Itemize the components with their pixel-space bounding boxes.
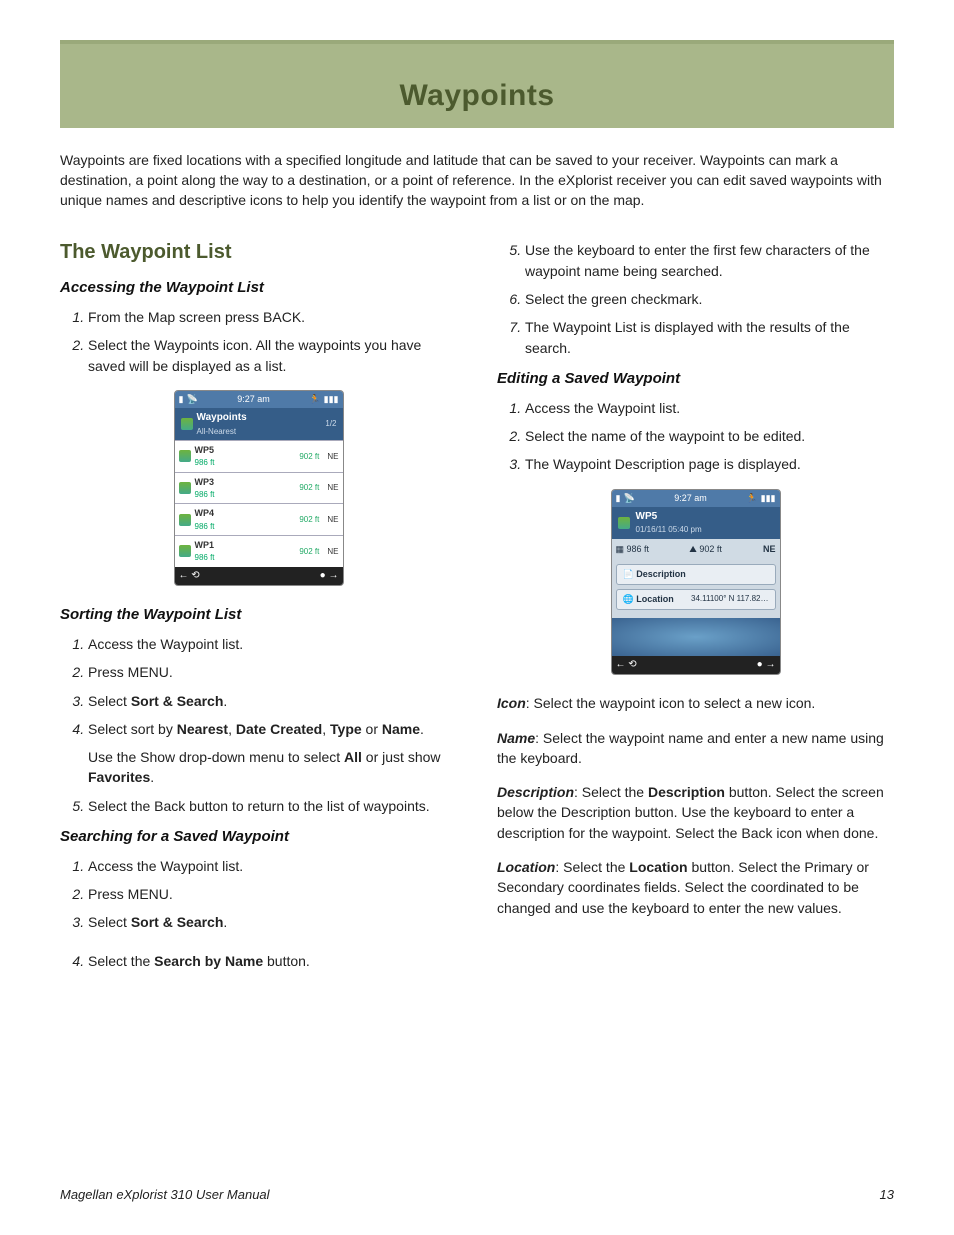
flag-icon	[181, 418, 193, 430]
footer-page-number: 13	[880, 1186, 894, 1205]
flag-icon	[179, 482, 191, 494]
table-row: WP5986 ft902 ftNE	[175, 440, 343, 472]
list-item: Select sort by Nearest, Date Created, Ty…	[88, 719, 457, 788]
accessing-heading: Accessing the Waypoint List	[60, 277, 457, 299]
flag-icon	[618, 517, 630, 529]
flag-icon	[179, 514, 191, 526]
editing-heading: Editing a Saved Waypoint	[497, 368, 894, 390]
page-footer: Magellan eXplorist 310 User Manual 13	[60, 1186, 894, 1205]
back-arrow-icon: ← ⟲	[179, 569, 200, 584]
sorting-heading: Sorting the Waypoint List	[60, 604, 457, 626]
searching-steps-right: Use the keyboard to enter the first few …	[525, 240, 894, 357]
editing-steps: Access the Waypoint list. Select the nam…	[525, 398, 894, 475]
list-item: Select Sort & Search.	[88, 912, 457, 932]
list-item: Press MENU.	[88, 884, 457, 904]
sorting-steps: Access the Waypoint list. Press MENU. Se…	[88, 634, 457, 816]
left-column: The Waypoint List Accessing the Waypoint…	[60, 232, 457, 981]
list-item: Press MENU.	[88, 662, 457, 682]
searching-steps-left: Access the Waypoint list. Press MENU. Se…	[88, 856, 457, 971]
list-item: Use the keyboard to enter the first few …	[525, 240, 894, 281]
list-item: Select the green checkmark.	[525, 289, 894, 309]
table-row: WP3986 ft902 ftNE	[175, 472, 343, 504]
globe-icon: 🌐	[623, 594, 634, 604]
flag-icon	[179, 450, 191, 462]
searching-heading: Searching for a Saved Waypoint	[60, 826, 457, 848]
right-column: Use the keyboard to enter the first few …	[497, 232, 894, 981]
fwd-arrow-icon: ● →	[757, 658, 776, 673]
run-icon: 🏃	[746, 492, 757, 505]
list-item: From the Map screen press BACK.	[88, 307, 457, 327]
section-heading: The Waypoint List	[60, 238, 457, 267]
list-item: Access the Waypoint list.	[88, 634, 457, 654]
elev-icon: ⛰	[689, 544, 697, 554]
run-icon: 🏃	[309, 393, 320, 406]
accessing-steps: From the Map screen press BACK. Select t…	[88, 307, 457, 376]
screenshot-waypoint-list: ▮📡 9:27 am 🏃▮▮▮ Waypoints All-Nearest 1/…	[60, 390, 457, 586]
list-item: Select Sort & Search.	[88, 691, 457, 711]
table-row: WP4986 ft902 ftNE	[175, 503, 343, 535]
list-item: Select the Search by Name button.	[88, 951, 457, 971]
table-row: WP1986 ft902 ftNE	[175, 535, 343, 567]
list-item: Select the name of the waypoint to be ed…	[525, 426, 894, 446]
flag-icon	[179, 545, 191, 557]
battery-icon: ▮	[179, 393, 184, 406]
note-icon: 📄	[623, 569, 634, 579]
list-item: The Waypoint Description page is display…	[525, 454, 894, 474]
list-item: The Waypoint List is displayed with the …	[525, 317, 894, 358]
signal-icon: ▮▮▮	[761, 492, 776, 505]
battery-icon: ▮	[616, 492, 621, 505]
chapter-title-banner: Waypoints	[60, 40, 894, 128]
list-item: Access the Waypoint list.	[525, 398, 894, 418]
list-item: Access the Waypoint list.	[88, 856, 457, 876]
sat-icon: 📡	[186, 393, 197, 406]
back-arrow-icon: ← ⟲	[616, 658, 637, 673]
fwd-arrow-icon: ● →	[320, 569, 339, 584]
list-item: Select the Back button to return to the …	[88, 796, 457, 816]
screenshot-waypoint-description: ▮📡 9:27 am 🏃▮▮▮ WP5 01/16/11 05:40 pm ▦ …	[497, 489, 894, 676]
sat-icon: 📡	[623, 492, 634, 505]
footer-manual-name: Magellan eXplorist 310 User Manual	[60, 1186, 270, 1205]
chapter-title: Waypoints	[70, 74, 884, 118]
signal-icon: ▮▮▮	[324, 393, 339, 406]
dist-icon: ▦	[616, 544, 625, 554]
list-item: Select the Waypoints icon. All the waypo…	[88, 335, 457, 376]
field-definitions: Icon: Select the waypoint icon to select…	[497, 693, 894, 918]
intro-paragraph: Waypoints are fixed locations with a spe…	[60, 150, 894, 211]
